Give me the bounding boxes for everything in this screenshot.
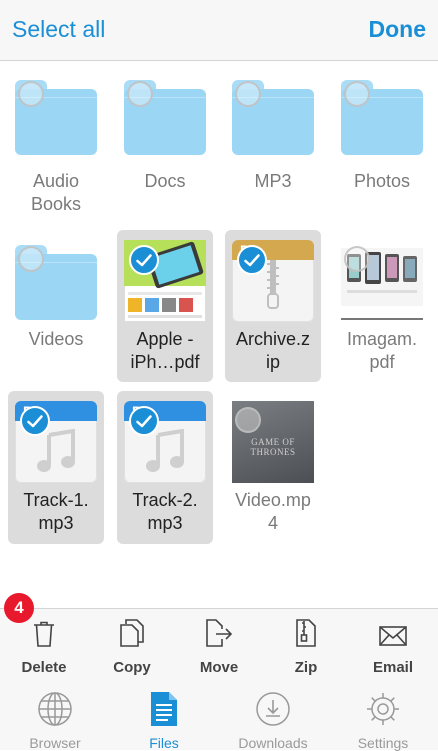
- zip-thumbnail: P: [232, 240, 314, 322]
- file-label: Track-1. mp3: [23, 490, 89, 533]
- folder-photos[interactable]: Photos: [334, 65, 430, 223]
- folder-audio-books[interactable]: Audio Books: [8, 65, 104, 223]
- file-label: MP3: [254, 171, 292, 191]
- download-icon: [218, 689, 328, 729]
- file-label: Videos: [28, 329, 84, 349]
- tab-downloads[interactable]: Downloads: [218, 689, 328, 751]
- file-label: Apple - iPh…pdf: [130, 329, 200, 372]
- file-grid: Audio Books Docs MP3 Photos Videos Apple…: [0, 61, 438, 608]
- folder-icon: [124, 75, 206, 157]
- mp3-thumbnail: P3: [124, 401, 206, 483]
- document-icon: [109, 689, 219, 729]
- file-track-1-mp3[interactable]: P3 Track-1.mp3: [8, 391, 104, 544]
- file-label: Audio Books: [30, 171, 82, 214]
- selection-circle[interactable]: [18, 246, 44, 272]
- selected-check[interactable]: [20, 406, 50, 436]
- file-label: Imagam. pdf: [346, 329, 418, 372]
- selected-check[interactable]: [129, 406, 159, 436]
- selection-count-badge: 4: [4, 593, 34, 623]
- selection-circle[interactable]: [344, 81, 370, 107]
- selection-circle[interactable]: [127, 81, 153, 107]
- nav-bar: Select all Done: [0, 0, 438, 61]
- selection-circle[interactable]: [235, 81, 261, 107]
- video-thumbnail: GAME OF THRONES: [232, 401, 314, 483]
- copy-icon: [88, 615, 176, 647]
- envelope-icon: [349, 615, 437, 647]
- globe-icon: [0, 689, 110, 729]
- file-video-mp4[interactable]: GAME OF THRONES Video.mp 4: [225, 391, 321, 544]
- zip-button[interactable]: Zip: [262, 615, 350, 676]
- file-imagam-pdf[interactable]: Imagam. pdf: [334, 230, 430, 382]
- done-button[interactable]: Done: [369, 16, 427, 43]
- move-icon: [175, 615, 263, 647]
- file-label: Docs: [144, 171, 186, 191]
- file-label: Photos: [353, 171, 411, 191]
- folder-videos[interactable]: Videos: [8, 230, 104, 382]
- tab-bar: Browser Files Downloads Settings: [0, 683, 438, 751]
- tab-files[interactable]: Files: [109, 689, 219, 751]
- folder-mp3[interactable]: MP3: [225, 65, 321, 223]
- selected-check[interactable]: [129, 245, 159, 275]
- folder-icon: [15, 240, 97, 322]
- pdf-thumbnail: [124, 240, 206, 322]
- selection-circle[interactable]: [18, 81, 44, 107]
- file-apple-iphone-pdf[interactable]: Apple - iPh…pdf: [117, 230, 213, 382]
- pdf-thumbnail: [341, 240, 423, 322]
- mp3-thumbnail: P3: [15, 401, 97, 483]
- copy-button[interactable]: Copy: [88, 615, 176, 676]
- file-archive-zip[interactable]: P Archive.zip: [225, 230, 321, 382]
- file-track-2-mp3[interactable]: P3 Track-2.mp3: [117, 391, 213, 544]
- selection-circle[interactable]: [344, 246, 370, 272]
- file-label: Video.mp 4: [235, 490, 311, 533]
- video-thumbnail-title: GAME OF THRONES: [250, 437, 296, 457]
- tab-settings[interactable]: Settings: [328, 689, 438, 751]
- folder-icon: [232, 75, 314, 157]
- selected-check[interactable]: [237, 245, 267, 275]
- move-button[interactable]: Move: [175, 615, 263, 676]
- zip-icon: [262, 615, 350, 647]
- tab-browser[interactable]: Browser: [0, 689, 110, 751]
- action-bar: Delete Copy Move Zip Email: [0, 608, 438, 684]
- email-button[interactable]: Email: [349, 615, 437, 676]
- gear-icon: [328, 689, 438, 729]
- file-label: Archive.z ip: [235, 329, 311, 372]
- delete-button[interactable]: Delete: [0, 615, 88, 676]
- folder-icon: [341, 75, 423, 157]
- selection-circle[interactable]: [235, 407, 261, 433]
- select-all-button[interactable]: Select all: [12, 16, 105, 43]
- file-label: Track-2. mp3: [132, 490, 198, 533]
- folder-icon: [15, 75, 97, 157]
- folder-docs[interactable]: Docs: [117, 65, 213, 223]
